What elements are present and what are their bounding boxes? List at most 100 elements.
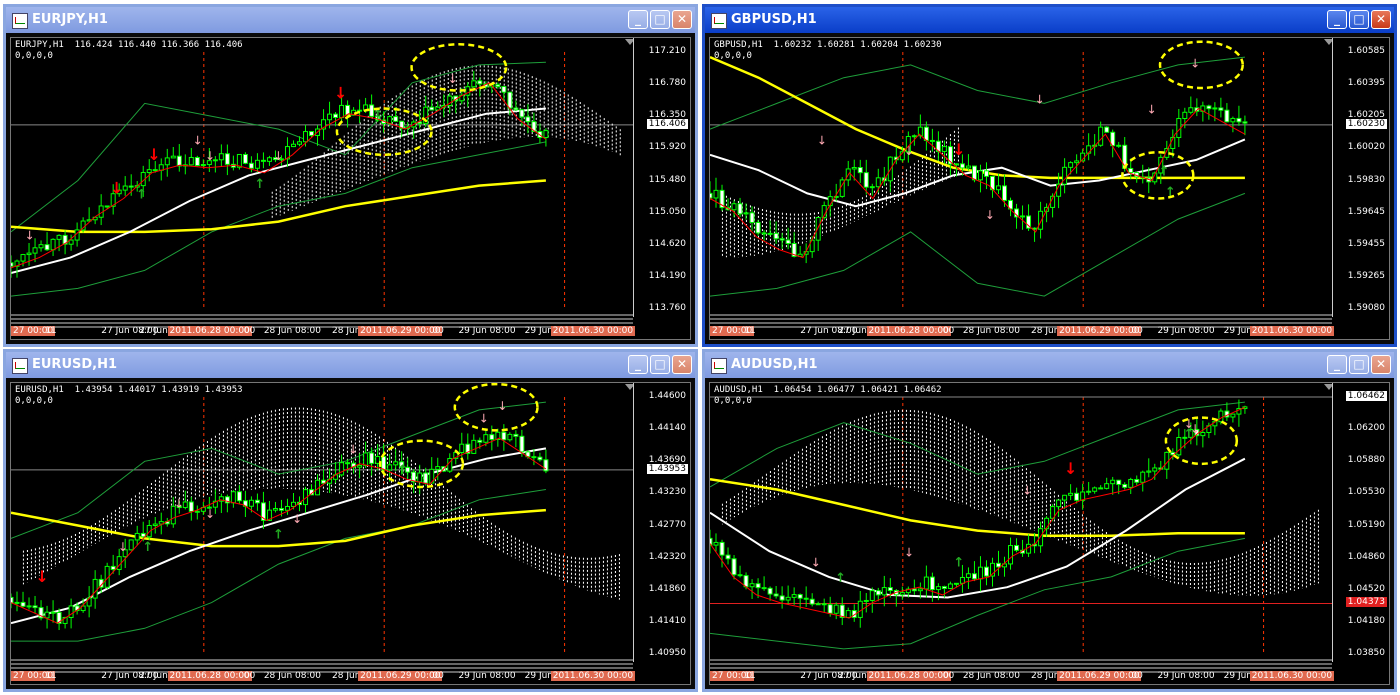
chart-window-eurusd[interactable]: EURUSD,H1 _ □ ✕ ↓ ↓ ↓ ↓ ↓ ↓ ↓ ↓ ↓ ↑ ↑ ↑ 1.44600 1.441… xyxy=(3,349,698,692)
time-axis: 27 00:00 11 27 Jun 08:00 27 Jun 2011.06.28 0… xyxy=(710,662,1335,684)
candle-body xyxy=(755,583,761,589)
price-axis: 1.60585 1.60395 1.60205 1.60020 1.59830 1.596… xyxy=(1332,38,1389,317)
candle-body xyxy=(761,232,767,235)
price-chart[interactable]: ↓ ↓ ↓ ↓ ↓ ↓ ↓ ↓ ↑ ↑ ↑ 117.210 116.780 116.350 115.920 1… xyxy=(10,37,691,340)
candle-body xyxy=(477,80,483,85)
candle-body xyxy=(731,558,737,576)
close-button[interactable]: ✕ xyxy=(1371,355,1391,374)
price-tick-label: 1.59265 xyxy=(1347,270,1385,281)
price-tick-label: 1.60585 xyxy=(1347,46,1385,56)
minimize-button[interactable]: _ xyxy=(1327,10,1347,29)
candle-body xyxy=(507,433,513,441)
price-tick-label: 1.40950 xyxy=(648,648,686,658)
minimize-button[interactable]: _ xyxy=(628,355,648,374)
time-tick-label: 00 xyxy=(942,326,955,336)
chart-shift-icon[interactable] xyxy=(625,39,633,45)
time-tick-label: 28 Jun xyxy=(332,326,361,336)
chart-info-text: GBPUSD,H1 1.60232 1.60281 1.60204 1.6023… xyxy=(714,40,942,62)
candle-body xyxy=(1182,111,1188,120)
chart-shift-icon[interactable] xyxy=(1324,39,1332,45)
candle-body xyxy=(785,239,791,245)
chart-window-audusd[interactable]: AUDUSD,H1 _ □ ✕ ↓↓↓↓↓↓↑↑↑1.065401.062001… xyxy=(702,349,1397,692)
time-tick-label: 28 Jun xyxy=(1031,671,1060,681)
chart-window-eurjpy[interactable]: EURJPY,H1 _ □ ✕ ↓ ↓ ↓ ↓ ↓ ↓ ↓ ↓ ↑ ↑ ↑ 117.210 116.78… xyxy=(3,4,698,347)
price-tick-label: 1.44600 xyxy=(648,391,686,401)
title-bar[interactable]: GBPUSD,H1 _ □ ✕ xyxy=(705,7,1394,33)
candle-body xyxy=(815,603,821,606)
chart-shift-icon[interactable] xyxy=(625,384,633,390)
candle-body xyxy=(995,562,1001,568)
candle-body xyxy=(435,466,441,470)
price-tick-label: 117.210 xyxy=(648,46,686,56)
price-tick-label: 114.190 xyxy=(648,270,686,281)
price-tick-label: 113.760 xyxy=(648,303,686,313)
candle-body xyxy=(857,167,863,174)
indicator-values-line: 0,0,0,0 xyxy=(15,51,53,61)
candle-body xyxy=(429,106,435,111)
price-tick-label: 115.480 xyxy=(648,174,686,185)
time-tick-label: 00 xyxy=(1131,326,1143,336)
candle-body xyxy=(14,601,20,604)
candle-body xyxy=(779,238,785,241)
indicator-values-line: 0,0,0,0 xyxy=(714,51,752,61)
mt4-chart-icon xyxy=(12,358,28,374)
title-bar[interactable]: EURUSD,H1 _ □ ✕ xyxy=(6,352,695,378)
candle-body xyxy=(761,587,767,590)
candle-body xyxy=(1062,166,1068,185)
candle-body xyxy=(995,185,1001,191)
candle-body xyxy=(785,596,791,601)
time-tick-label: 2011.06.28 00:00 xyxy=(866,671,951,681)
time-tick-label: 00 xyxy=(432,326,444,336)
candle-body xyxy=(1002,185,1008,201)
candle-body xyxy=(977,170,983,181)
close-button[interactable]: ✕ xyxy=(1371,10,1391,29)
candle-body xyxy=(1152,467,1158,472)
candle-body xyxy=(423,472,429,484)
candle-body xyxy=(1098,126,1104,146)
candle-body xyxy=(767,232,773,235)
time-tick-label: 29 Jun xyxy=(1223,326,1253,336)
candle-body xyxy=(1062,494,1068,501)
candle-body xyxy=(1218,107,1224,111)
title-bar[interactable]: EURJPY,H1 _ □ ✕ xyxy=(6,7,695,33)
chart-shift-icon[interactable] xyxy=(1324,384,1332,390)
candle-body xyxy=(543,130,549,139)
minimize-button[interactable]: _ xyxy=(628,10,648,29)
maximize-button[interactable]: □ xyxy=(1349,355,1369,374)
title-bar[interactable]: AUDUSD,H1 _ □ ✕ xyxy=(705,352,1394,378)
time-tick-label: 27 Jun xyxy=(139,671,168,681)
candle-body xyxy=(1110,479,1116,485)
candle-body xyxy=(513,433,519,437)
maximize-button[interactable]: □ xyxy=(1349,10,1369,29)
price-tick-label: 1.41860 xyxy=(648,583,686,594)
moving-average-white xyxy=(11,107,546,274)
sell-arrow-icon: ↓ xyxy=(110,178,123,197)
candle-body xyxy=(710,192,713,199)
candle-body xyxy=(164,157,170,166)
maximize-button[interactable]: □ xyxy=(650,355,670,374)
window-title: AUDUSD,H1 xyxy=(731,357,818,372)
candle-body xyxy=(483,434,489,443)
candle-body xyxy=(875,590,881,596)
chart-window-gbpusd[interactable]: GBPUSD,H1 _ □ ✕ ↓ ↓ ↓ ↓ ↓ ↓ ↓ ↑ ↑ 1.60585 1.60395 1… xyxy=(702,4,1397,347)
down-arrow-signal-icon: ↓ xyxy=(292,512,302,526)
candle-body xyxy=(134,532,140,541)
candle-body xyxy=(947,583,953,589)
time-tick-label: 2011.06.28 00:00 xyxy=(866,326,951,336)
candle-body xyxy=(755,221,761,234)
time-tick-label: 29 Jun xyxy=(524,326,554,336)
candle-body xyxy=(278,508,284,511)
minimize-button[interactable]: _ xyxy=(1327,355,1347,374)
candle-body xyxy=(1188,107,1194,113)
price-chart[interactable]: ↓ ↓ ↓ ↓ ↓ ↓ ↓ ↑ ↑ 1.60585 1.60395 1.60205 1.60020 1.5… xyxy=(709,37,1390,340)
candle-body xyxy=(248,499,254,507)
candle-body xyxy=(977,566,983,580)
maximize-button[interactable]: □ xyxy=(650,10,670,29)
close-button[interactable]: ✕ xyxy=(672,355,692,374)
candle-body xyxy=(357,464,363,468)
close-button[interactable]: ✕ xyxy=(672,10,692,29)
candle-body xyxy=(507,91,513,109)
price-chart[interactable]: ↓ ↓ ↓ ↓ ↓ ↓ ↓ ↓ ↓ ↑ ↑ ↑ 1.44600 1.44140 1.43690 1.43230… xyxy=(10,382,691,685)
price-axis: 1.065401.062001.058801.055301.051901.048… xyxy=(1332,383,1389,662)
price-chart[interactable]: ↓↓↓↓↓↓↑↑↑1.065401.062001.058801.055301.0… xyxy=(709,382,1390,685)
